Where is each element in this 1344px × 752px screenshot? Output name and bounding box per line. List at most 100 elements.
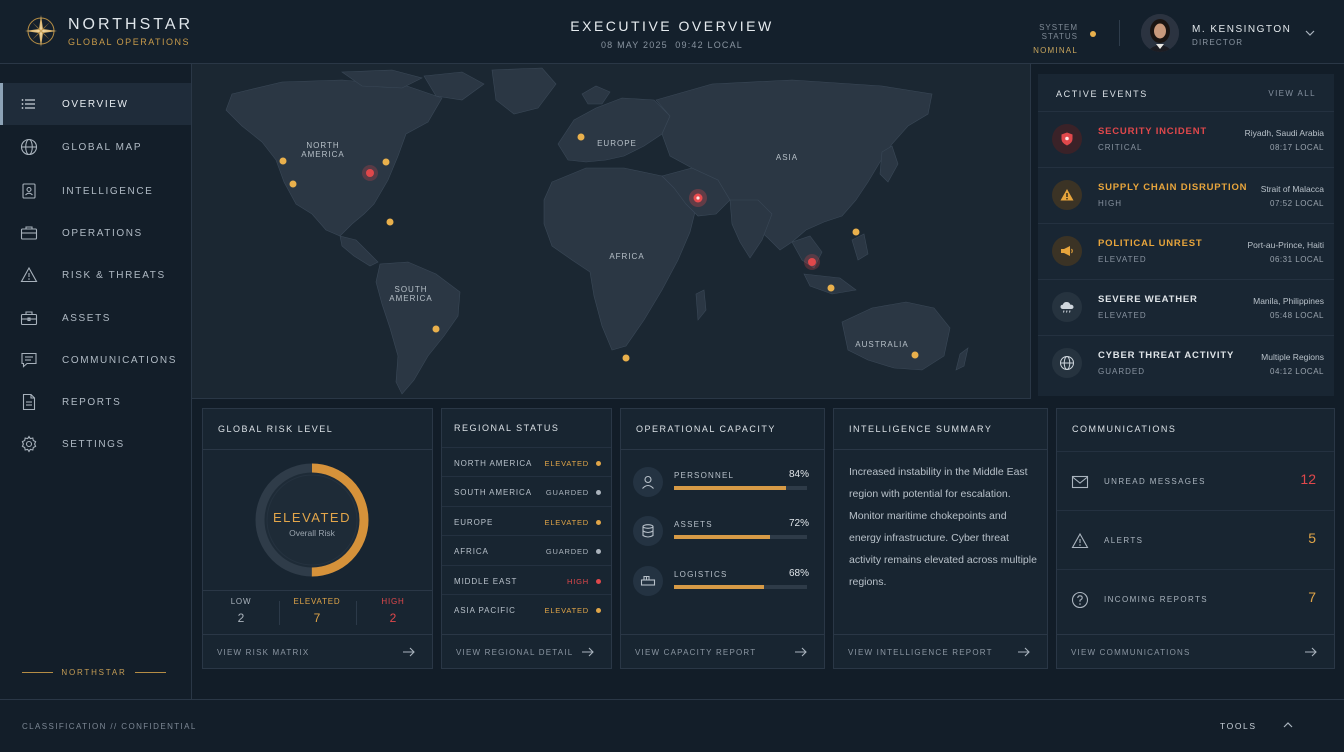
event-row[interactable]: SECURITY INCIDENT CRITICAL Riyadh, Saudi… [1038, 111, 1334, 167]
view-all-link[interactable]: VIEW ALL [1268, 89, 1316, 98]
event-location: Manila, Philippines [1253, 296, 1324, 306]
marker-elevated[interactable] [382, 158, 390, 166]
storm-cloud-icon [1052, 292, 1082, 322]
region-status: ELEVATED [544, 459, 589, 468]
comm-row[interactable]: INCOMING REPORTS 7 [1057, 569, 1334, 628]
risk-count-elevated: ELEVATED 7 [279, 597, 355, 625]
truck-icon [633, 566, 663, 596]
sidebar-item-reports[interactable]: REPORTS [0, 381, 191, 423]
card-title: GLOBAL RISK LEVEL [218, 424, 334, 434]
event-level: ELEVATED [1098, 311, 1147, 320]
chevron-up-icon[interactable] [1281, 718, 1295, 732]
comm-row[interactable]: UNREAD MESSAGES 12 [1057, 451, 1334, 510]
view-regional-detail-link[interactable]: VIEW REGIONAL DETAIL [442, 634, 611, 668]
view-communications-link[interactable]: VIEW COMMUNICATIONS [1057, 634, 1334, 668]
marker-elevated[interactable] [279, 157, 287, 165]
region-row[interactable]: ASIA PACIFIC ELEVATED [442, 594, 611, 623]
divider [22, 672, 54, 673]
view-capacity-report-link[interactable]: VIEW CAPACITY REPORT [621, 634, 824, 668]
sidebar-item-risk-threats[interactable]: RISK & THREATS [0, 254, 191, 296]
capacity-row: PERSONNEL 84% [633, 465, 813, 499]
event-row[interactable]: CYBER THREAT ACTIVITY GUARDED Multiple R… [1038, 335, 1334, 391]
intelligence-summary-card: INTELLIGENCE SUMMARY Increased instabili… [833, 408, 1048, 669]
event-time: 06:31 LOCAL [1270, 255, 1324, 264]
event-row[interactable]: SEVERE WEATHER ELEVATED Manila, Philippi… [1038, 279, 1334, 335]
sidebar-item-global-map[interactable]: GLOBAL MAP [0, 126, 191, 168]
marker-elevated[interactable] [577, 133, 585, 141]
map-label-europe: EUROPE [597, 139, 637, 148]
footer-link-label: VIEW REGIONAL DETAIL [456, 648, 574, 657]
capacity-bar [674, 535, 807, 539]
document-icon [22, 393, 36, 411]
divider [203, 449, 432, 450]
world-map[interactable]: NORTH AMERICA EUROPE ASIA AFRICA SOUTH A… [192, 64, 1031, 399]
view-intelligence-report-link[interactable]: VIEW INTELLIGENCE REPORT [834, 634, 1047, 668]
chat-icon [21, 352, 37, 368]
event-name: SEVERE WEATHER [1098, 294, 1198, 305]
sidebar-footer-brand: NORTHSTAR [22, 668, 166, 677]
risk-count-low: LOW 2 [203, 597, 279, 625]
system-status-value: NOMINAL [1033, 46, 1078, 55]
footer-link-label: VIEW RISK MATRIX [217, 648, 310, 657]
tools-button[interactable]: TOOLS [1220, 721, 1257, 731]
toolbox-icon [20, 311, 38, 326]
classification-label: CLASSIFICATION // CONFIDENTIAL [22, 722, 197, 731]
sidebar-item-label: INTELLIGENCE [62, 185, 154, 197]
marker-critical[interactable] [804, 254, 820, 270]
event-level: ELEVATED [1098, 255, 1147, 264]
marker-critical[interactable] [362, 165, 378, 181]
event-row[interactable]: SUPPLY CHAIN DISRUPTION HIGH Strait of M… [1038, 167, 1334, 223]
status-dot-icon [1090, 31, 1096, 37]
marker-elevated[interactable] [386, 218, 394, 226]
arrow-right-icon [795, 647, 807, 657]
event-time: 07:52 LOCAL [1270, 199, 1324, 208]
chevron-down-icon[interactable] [1303, 26, 1317, 40]
capacity-name: PERSONNEL [674, 471, 735, 480]
marker-elevated[interactable] [432, 325, 440, 333]
sidebar-item-operations[interactable]: OPERATIONS [0, 212, 191, 254]
marker-elevated[interactable] [827, 284, 835, 292]
marker-elevated[interactable] [622, 354, 630, 362]
region-row[interactable]: SOUTH AMERICA GUARDED [442, 476, 611, 505]
sidebar-item-assets[interactable]: ASSETS [0, 297, 191, 339]
sidebar-item-label: SETTINGS [62, 438, 125, 450]
sidebar-item-intelligence[interactable]: INTELLIGENCE [0, 170, 191, 212]
region-status: GUARDED [545, 488, 589, 497]
region-row[interactable]: NORTH AMERICA ELEVATED [442, 447, 611, 476]
map-label-asia: ASIA [775, 153, 799, 162]
event-location: Port-au-Prince, Haiti [1247, 240, 1324, 250]
region-name: AFRICA [454, 547, 489, 556]
sidebar-brand-text: NORTHSTAR [61, 668, 127, 677]
marker-elevated[interactable] [852, 228, 860, 236]
region-row[interactable]: MIDDLE EAST HIGH [442, 565, 611, 594]
sidebar-item-communications[interactable]: COMMUNICATIONS [0, 339, 191, 381]
footer-link-label: VIEW COMMUNICATIONS [1071, 648, 1191, 657]
region-row[interactable]: AFRICA GUARDED [442, 535, 611, 564]
region-row[interactable]: EUROPE ELEVATED [442, 506, 611, 535]
sidebar-item-overview[interactable]: OVERVIEW [0, 83, 191, 125]
risk-count-label: ELEVATED [293, 597, 341, 606]
globe-icon [20, 138, 38, 156]
sidebar: OVERVIEW GLOBAL MAP INTELLIGENCE OPERATI… [0, 64, 192, 699]
footer-link-label: VIEW INTELLIGENCE REPORT [848, 648, 993, 657]
view-risk-matrix-link[interactable]: VIEW RISK MATRIX [203, 634, 432, 668]
marker-critical[interactable] [689, 189, 707, 207]
event-time: 08:17 LOCAL [1270, 143, 1324, 152]
capacity-bar-fill [674, 535, 770, 539]
marker-elevated[interactable] [911, 351, 919, 359]
map-label-south-america: SOUTH AMERICA [389, 285, 433, 303]
time-text: 09:42 LOCAL [675, 40, 744, 50]
capacity-bar [674, 486, 807, 490]
region-status: HIGH [567, 577, 589, 586]
arrow-right-icon [1305, 647, 1317, 657]
comm-label: ALERTS [1104, 536, 1144, 545]
sidebar-item-settings[interactable]: SETTINGS [0, 423, 191, 465]
region-status: ELEVATED [544, 518, 589, 527]
comm-row[interactable]: ALERTS 5 [1057, 510, 1334, 569]
region-name: EUROPE [454, 518, 494, 527]
avatar[interactable] [1141, 14, 1179, 52]
event-row[interactable]: POLITICAL UNREST ELEVATED Port-au-Prince… [1038, 223, 1334, 279]
question-icon [1071, 591, 1089, 609]
marker-elevated[interactable] [289, 180, 297, 188]
shield-icon [1052, 124, 1082, 154]
